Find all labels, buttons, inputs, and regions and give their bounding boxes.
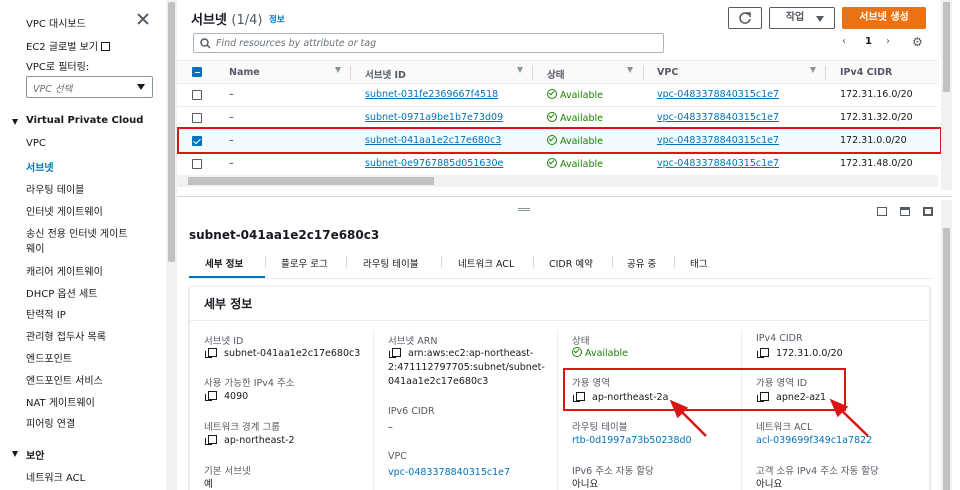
arrow-icon xyxy=(669,398,869,437)
annotation-arrows xyxy=(669,398,869,437)
detail-vertical-scrollbar-thumb[interactable] xyxy=(943,228,950,490)
